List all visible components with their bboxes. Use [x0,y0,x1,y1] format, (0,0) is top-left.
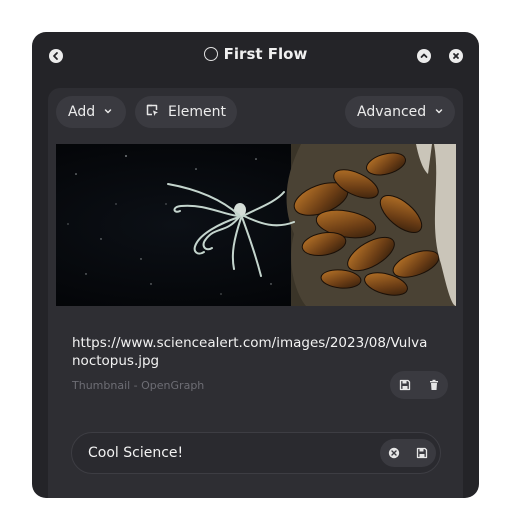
add-button[interactable]: Add [56,96,126,128]
clear-icon[interactable] [388,444,400,463]
element-button-label: Element [168,104,226,120]
trash-icon[interactable] [428,376,440,395]
image-url: https://www.sciencealert.com/images/2023… [72,335,428,369]
element-select-icon [145,103,159,121]
status-circle-icon [203,47,218,61]
titlebar: First Flow [32,32,479,82]
minimize-icon[interactable] [417,49,431,63]
save-icon[interactable] [416,444,428,463]
thumbnail-image [56,144,456,306]
thumbnail-caption: Thumbnail - OpenGraph [72,379,205,392]
chevron-down-icon [434,104,444,120]
input-actions [380,439,436,467]
add-button-label: Add [68,104,96,120]
app-window: First Flow Add Element Advanced https://… [32,32,479,498]
close-icon[interactable] [449,49,463,63]
label-input[interactable] [88,442,368,464]
advanced-button[interactable]: Advanced [345,96,455,128]
save-icon[interactable] [399,376,411,395]
chevron-down-icon [103,104,113,120]
element-button[interactable]: Element [135,96,237,128]
flow-panel: Add Element Advanced https://www.science… [48,88,463,498]
advanced-button-label: Advanced [357,104,427,120]
item-actions [390,371,448,399]
label-text-field [71,432,441,474]
window-title: First Flow [32,45,479,63]
